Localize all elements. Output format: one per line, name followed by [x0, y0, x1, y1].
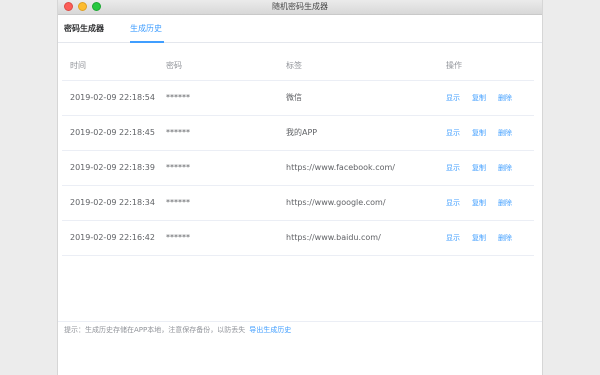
app-window: 随机密码生成器 密码生成器 生成历史 时间 密码 标签 操作 2019-02-0… [58, 0, 542, 375]
show-button[interactable]: 显示 [446, 81, 460, 115]
copy-button[interactable]: 复制 [472, 221, 486, 255]
cell-time: 2019-02-09 22:16:42 [70, 233, 155, 242]
delete-button[interactable]: 删除 [498, 81, 512, 115]
row-actions: 显示 复制 删除 [446, 116, 524, 150]
cell-password: ****** [166, 198, 190, 207]
table-row: 2019-02-09 22:18:45 ****** 我的APP 显示 复制 删… [62, 116, 534, 151]
table-row: 2019-02-09 22:18:54 ****** 微信 显示 复制 删除 [62, 81, 534, 116]
copy-button[interactable]: 复制 [472, 186, 486, 220]
export-history-link[interactable]: 导出生成历史 [249, 326, 291, 334]
active-tab-indicator [130, 41, 164, 43]
tab-bar: 密码生成器 生成历史 [58, 15, 542, 43]
window-title: 随机密码生成器 [272, 2, 328, 11]
tab-password-generator[interactable]: 密码生成器 [64, 24, 104, 34]
header-tag: 标签 [286, 61, 302, 70]
table-row: 2019-02-09 22:16:42 ****** https://www.b… [62, 221, 534, 256]
header-time: 时间 [70, 61, 86, 70]
cell-time: 2019-02-09 22:18:34 [70, 198, 155, 207]
show-button[interactable]: 显示 [446, 186, 460, 220]
cell-time: 2019-02-09 22:18:54 [70, 93, 155, 102]
title-bar: 随机密码生成器 [58, 0, 542, 15]
row-actions: 显示 复制 删除 [446, 81, 524, 115]
copy-button[interactable]: 复制 [472, 116, 486, 150]
footer-hint: 提示：生成历史存储在APP本地，注意保存备份，以防丢失 [64, 326, 246, 334]
footer: 提示：生成历史存储在APP本地，注意保存备份，以防丢失 导出生成历史 [58, 321, 542, 336]
show-button[interactable]: 显示 [446, 221, 460, 255]
delete-button[interactable]: 删除 [498, 186, 512, 220]
table-row: 2019-02-09 22:18:39 ****** https://www.f… [62, 151, 534, 186]
show-button[interactable]: 显示 [446, 116, 460, 150]
copy-button[interactable]: 复制 [472, 151, 486, 185]
delete-button[interactable]: 删除 [498, 116, 512, 150]
cell-tag: 我的APP [286, 128, 318, 137]
table-row: 2019-02-09 22:18:34 ****** https://www.g… [62, 186, 534, 221]
cell-password: ****** [166, 128, 190, 137]
show-button[interactable]: 显示 [446, 151, 460, 185]
footer-hint-line: 提示：生成历史存储在APP本地，注意保存备份，以防丢失 导出生成历史 [64, 325, 291, 335]
row-actions: 显示 复制 删除 [446, 221, 524, 255]
row-actions: 显示 复制 删除 [446, 151, 524, 185]
cell-time: 2019-02-09 22:18:39 [70, 163, 155, 172]
header-password: 密码 [166, 61, 182, 70]
cell-time: 2019-02-09 22:18:45 [70, 128, 155, 137]
delete-button[interactable]: 删除 [498, 151, 512, 185]
row-actions: 显示 复制 删除 [446, 186, 524, 220]
cell-tag: https://www.facebook.com/ [286, 163, 395, 172]
cell-tag: 微信 [286, 93, 302, 102]
cell-tag: https://www.baidu.com/ [286, 233, 381, 242]
table-header-row: 时间 密码 标签 操作 [62, 52, 534, 81]
cell-tag: https://www.google.com/ [286, 198, 386, 207]
history-table: 时间 密码 标签 操作 2019-02-09 22:18:54 ****** 微… [62, 52, 534, 256]
cell-password: ****** [166, 233, 190, 242]
delete-button[interactable]: 删除 [498, 221, 512, 255]
cell-password: ****** [166, 163, 190, 172]
tab-history[interactable]: 生成历史 [130, 24, 162, 34]
copy-button[interactable]: 复制 [472, 81, 486, 115]
cell-password: ****** [166, 93, 190, 102]
header-actions: 操作 [446, 61, 462, 70]
